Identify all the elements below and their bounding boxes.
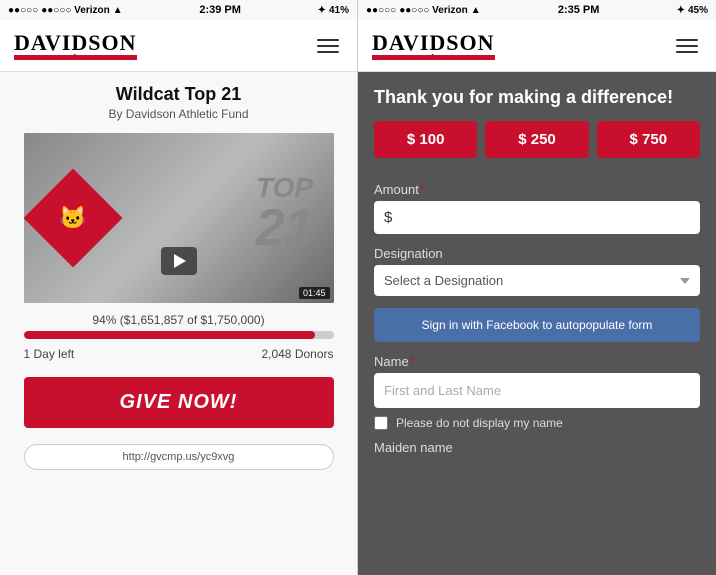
- right-wifi-icon: ▲: [471, 5, 481, 16]
- progress-text: 94% ($1,651,857 of $1,750,000): [24, 313, 334, 327]
- left-header: DAVIDSON: [0, 20, 357, 72]
- logo-bar: [14, 55, 137, 60]
- right-battery: ✦ 45%: [677, 5, 708, 16]
- video-bg: 🐱 TOP 21: [24, 133, 334, 303]
- facebook-signin-button[interactable]: Sign in with Facebook to autopopulate fo…: [374, 308, 700, 342]
- left-panel: ●●○○○ ●●○○○ Verizon ▲ 2:39 PM ✦ 41% DAVI…: [0, 0, 358, 575]
- left-battery: ✦ 41%: [318, 5, 349, 16]
- bluetooth-icon: ✦: [318, 5, 326, 16]
- right-signal-icon: ●●○○○: [366, 5, 396, 16]
- campaign-subtitle: By Davidson Athletic Fund: [108, 107, 248, 121]
- top-number: 21: [256, 202, 314, 254]
- no-display-row: Please do not display my name: [374, 416, 700, 430]
- right-battery-percent: 45%: [688, 5, 708, 16]
- right-carrier-name: ●●○○○ Verizon: [399, 5, 468, 16]
- name-label: Name*: [374, 354, 700, 369]
- donation-heading: Thank you for making a difference!: [374, 86, 700, 109]
- campaign-url: http://gvcmp.us/yc9xvg: [24, 444, 334, 470]
- form-section: Amount* $ Designation Select a Designati…: [358, 170, 716, 575]
- progress-meta: 1 Day left 2,048 Donors: [24, 347, 334, 361]
- no-display-label: Please do not display my name: [396, 416, 563, 430]
- give-now-button[interactable]: GIVE NOW!: [24, 377, 334, 428]
- campaign-title: Wildcat Top 21: [116, 84, 242, 105]
- name-input[interactable]: [374, 373, 700, 408]
- left-content: Wildcat Top 21 By Davidson Athletic Fund…: [0, 72, 357, 575]
- hamburger-line-3: [317, 51, 339, 53]
- right-status-bar: ●●○○○ ●●○○○ Verizon ▲ 2:35 PM ✦ 45%: [358, 0, 716, 20]
- dollar-sign: $: [384, 209, 392, 226]
- hamburger-menu[interactable]: [313, 35, 343, 57]
- progress-bar: [24, 331, 334, 339]
- right-hamburger-line-3: [676, 51, 698, 53]
- video-duration: 01:45: [299, 287, 330, 299]
- right-hamburger-menu[interactable]: [672, 35, 702, 57]
- wifi-icon: ▲: [113, 5, 123, 16]
- amount-btn-100[interactable]: $ 100: [374, 121, 477, 158]
- right-header-bar: DAVIDSON: [358, 20, 716, 72]
- donation-header: Thank you for making a difference! $ 100…: [358, 72, 716, 170]
- video-container[interactable]: 🐱 TOP 21 01:45: [24, 133, 334, 303]
- no-display-checkbox[interactable]: [374, 416, 388, 430]
- name-required-star: *: [409, 354, 414, 369]
- left-status-bar: ●●○○○ ●●○○○ Verizon ▲ 2:39 PM ✦ 41%: [0, 0, 357, 20]
- top-word: TOP: [256, 174, 314, 202]
- diamond-shape: 🐱: [24, 169, 122, 268]
- right-panel: ●●○○○ ●●○○○ Verizon ▲ 2:35 PM ✦ 45% DAVI…: [358, 0, 716, 575]
- right-logo: DAVIDSON: [372, 32, 495, 60]
- amount-btn-750[interactable]: $ 750: [597, 121, 700, 158]
- right-bluetooth-icon: ✦: [677, 5, 685, 16]
- amount-input[interactable]: [396, 209, 690, 226]
- right-logo-bar: [372, 55, 495, 60]
- designation-select[interactable]: Select a Designation: [374, 265, 700, 296]
- mascot-container: 🐱: [38, 183, 108, 253]
- carrier-name: ●●○○○ Verizon: [41, 5, 110, 16]
- wildcat-icon: 🐱: [59, 205, 86, 231]
- right-hamburger-line-1: [676, 39, 698, 41]
- amount-label: Amount*: [374, 182, 700, 197]
- left-logo: DAVIDSON: [14, 32, 137, 60]
- amount-btn-250[interactable]: $ 250: [485, 121, 588, 158]
- right-time: 2:35 PM: [558, 4, 600, 16]
- maiden-name-label: Maiden name: [374, 440, 700, 455]
- left-carrier: ●●○○○ ●●○○○ Verizon ▲: [8, 5, 123, 16]
- signal-icon: ●●○○○: [8, 5, 38, 16]
- left-time: 2:39 PM: [199, 4, 241, 16]
- top21-text: TOP 21: [256, 174, 314, 254]
- hamburger-line-2: [317, 45, 339, 47]
- amount-input-wrapper[interactable]: $: [374, 201, 700, 234]
- right-carrier: ●●○○○ ●●○○○ Verizon ▲: [366, 5, 481, 16]
- hamburger-line-1: [317, 39, 339, 41]
- amount-buttons-row: $ 100 $ 250 $ 750: [374, 121, 700, 158]
- right-hamburger-line-2: [676, 45, 698, 47]
- progress-fill: [24, 331, 315, 339]
- required-star: *: [419, 182, 424, 197]
- play-button[interactable]: [161, 247, 197, 275]
- battery-percent: 41%: [329, 5, 349, 16]
- days-left: 1 Day left: [24, 347, 75, 361]
- designation-label: Designation: [374, 246, 700, 261]
- donors-count: 2,048 Donors: [261, 347, 333, 361]
